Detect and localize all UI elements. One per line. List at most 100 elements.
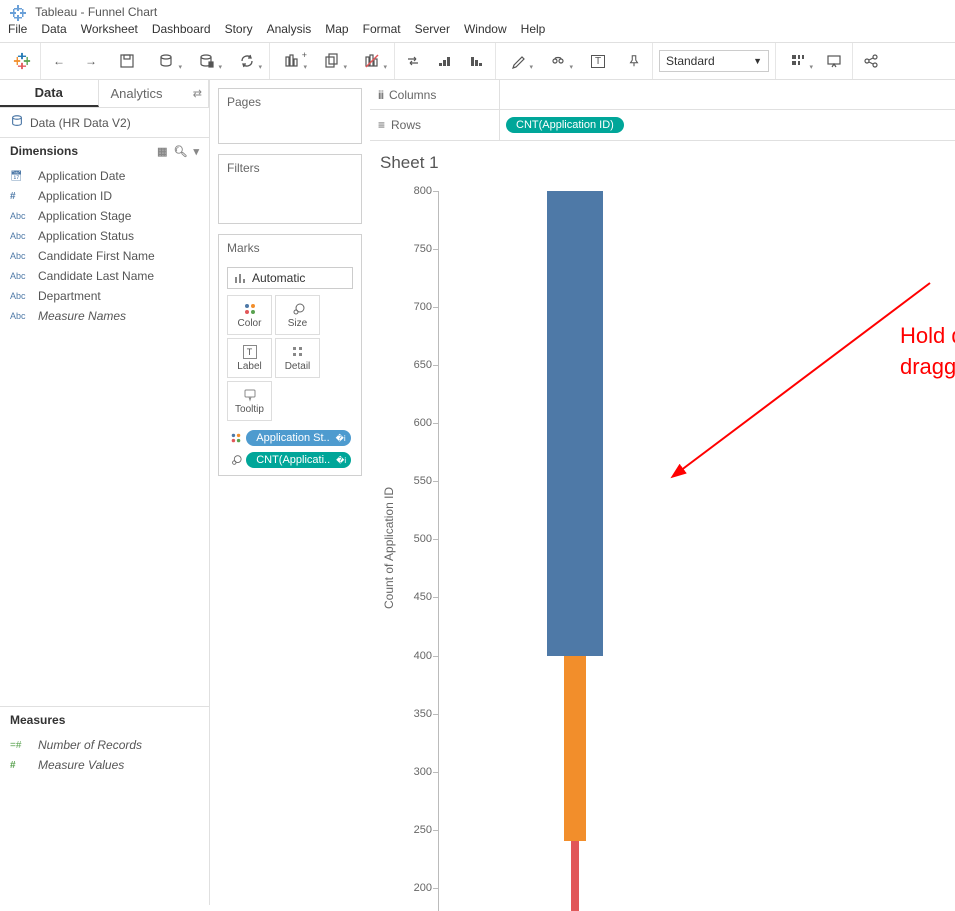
axis-tick: 500 [414, 533, 432, 545]
tab-data[interactable]: Data [0, 80, 99, 107]
dimension-field[interactable]: AbcApplication Status [0, 226, 209, 246]
bar-segment[interactable] [571, 841, 579, 911]
bar-mark-icon [234, 272, 246, 284]
menu-story[interactable]: Story [225, 22, 253, 42]
undo-button[interactable]: ← [47, 49, 71, 73]
axis-tick: 800 [414, 185, 432, 197]
dimension-field[interactable]: #Application ID [0, 186, 209, 206]
sidebar-tabs: Data Analytics⇄ [0, 80, 209, 108]
measure-field[interactable]: =#Number of Records [0, 735, 209, 755]
show-me-button[interactable]: ▾ [782, 49, 814, 73]
marks-label-cell[interactable]: T Label [227, 338, 272, 378]
group-button[interactable]: ▾ [542, 49, 574, 73]
fit-mode-select[interactable]: Standard ▼ [659, 50, 769, 72]
tableau-logo-button[interactable] [10, 49, 34, 73]
axis-tick: 600 [414, 417, 432, 429]
marks-color-cell[interactable]: Color [227, 295, 272, 335]
columns-label: Columns [389, 88, 436, 102]
dimension-field[interactable]: AbcMeasure Names [0, 306, 209, 326]
menu-window[interactable]: Window [464, 22, 507, 42]
sort-asc-button[interactable] [433, 49, 457, 73]
bar-segment[interactable] [564, 656, 586, 842]
menu-map[interactable]: Map [325, 22, 348, 42]
window-titlebar: Tableau - Funnel Chart [0, 0, 955, 22]
bar-segment[interactable] [547, 191, 603, 656]
field-name: Department [38, 289, 101, 303]
columns-icon: iii [378, 88, 383, 102]
share-button[interactable] [859, 49, 883, 73]
menu-help[interactable]: Help [521, 22, 546, 42]
label-icon: T [243, 345, 257, 359]
rows-pill-text: CNT(Application ID) [516, 119, 614, 131]
swap-axes-button[interactable] [401, 49, 425, 73]
filters-card[interactable]: Filters [218, 154, 362, 224]
rows-shelf[interactable]: ≡ Rows CNT(Application ID) [370, 110, 955, 140]
clear-button[interactable]: ▾ [356, 49, 388, 73]
color-dots-icon [243, 302, 257, 316]
menu-data[interactable]: Data [41, 22, 66, 42]
tab-data-label: Data [35, 85, 63, 100]
dimension-field[interactable]: AbcApplication Stage [0, 206, 209, 226]
filters-card-title: Filters [219, 155, 361, 181]
menu-dashboard[interactable]: Dashboard [152, 22, 211, 42]
pin-button[interactable] [622, 49, 646, 73]
marks-card-title: Marks [219, 235, 361, 261]
axis-tick: 200 [414, 882, 432, 894]
axis-tick: 700 [414, 301, 432, 313]
show-labels-button[interactable]: T [582, 49, 614, 73]
marks-pill-row[interactable]: Application St..�i [223, 427, 357, 449]
marks-color-label: Color [238, 318, 262, 329]
menu-file[interactable]: File [8, 22, 27, 42]
marks-pill[interactable]: Application St..�i [246, 430, 351, 446]
rows-label: Rows [391, 118, 421, 132]
field-name: Application ID [38, 189, 112, 203]
refresh-button[interactable]: ▾ [231, 49, 263, 73]
new-worksheet-button[interactable]: +▾ [276, 49, 308, 73]
pages-card[interactable]: Pages [218, 88, 362, 144]
sidebar: Data Analytics⇄ Data (HR Data V2) Dimens… [0, 80, 210, 905]
search-icon[interactable]: 🔍︎ [174, 145, 188, 158]
datasource-row[interactable]: Data (HR Data V2) [0, 108, 209, 137]
presentation-button[interactable] [822, 49, 846, 73]
menu-format[interactable]: Format [363, 22, 401, 42]
save-button[interactable] [111, 49, 143, 73]
dimension-field[interactable]: 📅︎Application Date [0, 166, 209, 186]
dimension-field[interactable]: AbcDepartment [0, 286, 209, 306]
toolbar: ← → ▾ ▾ ▾ +▾ ▾ ▾ ▾ ▾ T Standard ▼ ▾ [0, 42, 955, 80]
duplicate-button[interactable]: ▾ [316, 49, 348, 73]
mark-type-select[interactable]: Automatic [227, 267, 353, 289]
dimension-field[interactable]: AbcCandidate First Name [0, 246, 209, 266]
axis-tick: 750 [414, 243, 432, 255]
dimension-field[interactable]: AbcCandidate Last Name [0, 266, 209, 286]
menu-server[interactable]: Server [415, 22, 450, 42]
redo-button[interactable]: → [79, 49, 103, 73]
tab-analytics-label: Analytics [111, 86, 163, 101]
rows-pill[interactable]: CNT(Application ID) [506, 117, 624, 133]
marks-pill[interactable]: CNT(Applicati..�i [246, 452, 351, 468]
pause-updates-button[interactable]: ▾ [191, 49, 223, 73]
menu-analysis[interactable]: Analysis [267, 22, 312, 42]
menu-caret-icon[interactable]: ▾ [193, 145, 199, 158]
y-axis-label: Count of Application ID [380, 191, 398, 905]
tab-analytics[interactable]: Analytics⇄ [99, 80, 210, 107]
sheet-title[interactable]: Sheet 1 [380, 147, 955, 183]
columns-shelf[interactable]: iii Columns [370, 80, 955, 110]
tooltip-icon [243, 388, 257, 402]
view-grid-icon[interactable]: ▦ [157, 145, 167, 158]
menu-worksheet[interactable]: Worksheet [81, 22, 138, 42]
chart: Count of Application ID 2002503003504004… [380, 191, 710, 905]
axis-tick: 250 [414, 824, 432, 836]
plot-area[interactable] [438, 191, 710, 911]
marks-size-cell[interactable]: Size [275, 295, 320, 335]
marks-pill-row[interactable]: CNT(Applicati..�i [223, 449, 357, 471]
sort-desc-button[interactable] [465, 49, 489, 73]
highlight-button[interactable]: ▾ [502, 49, 534, 73]
marks-detail-cell[interactable]: Detail [275, 338, 320, 378]
dimensions-header: Dimensions ▦ 🔍︎ ▾ [0, 137, 209, 164]
measures-header: Measures [0, 706, 209, 733]
marks-tooltip-cell[interactable]: Tooltip [227, 381, 272, 421]
measure-field[interactable]: #Measure Values [0, 755, 209, 775]
marks-card: Marks Automatic Color Size T [218, 234, 362, 476]
axis-tick: 550 [414, 475, 432, 487]
new-datasource-button[interactable]: ▾ [151, 49, 183, 73]
